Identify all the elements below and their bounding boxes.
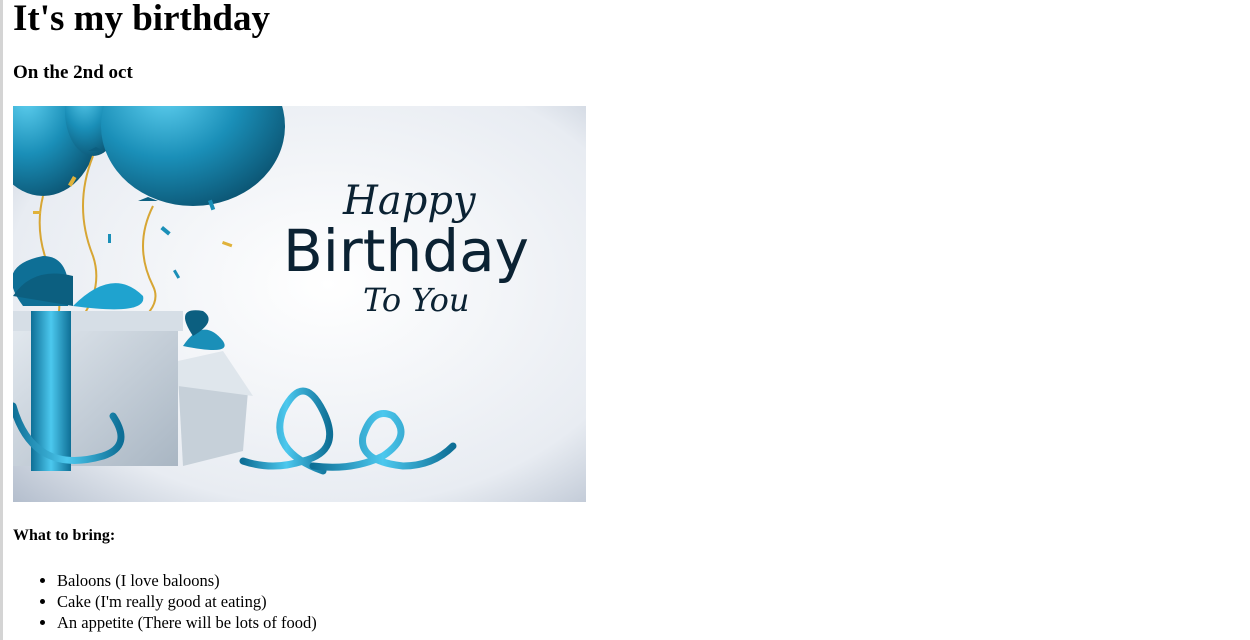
bullet-icon: [40, 620, 45, 625]
list-item-text: Baloons (I love baloons): [57, 571, 220, 590]
list-item: An appetite (There will be lots of food): [13, 612, 317, 633]
bullet-icon: [40, 578, 45, 583]
banner-text-to-you: To You: [363, 281, 470, 319]
banner-text-birthday: Birthday: [283, 217, 529, 285]
list-item: Cake (I'm really good at eating): [13, 591, 317, 612]
birthday-banner-image: Happy Birthday To You: [13, 106, 586, 502]
list-item-text: Cake (I'm really good at eating): [57, 592, 267, 611]
bullet-icon: [40, 599, 45, 604]
bring-section-title: What to bring:: [13, 527, 116, 544]
page-title: It's my birthday: [13, 0, 270, 39]
bring-list: Baloons (I love baloons) Cake (I'm reall…: [13, 570, 317, 633]
page-left-border: [0, 0, 3, 640]
list-item: Baloons (I love baloons): [13, 570, 317, 591]
list-item-text: An appetite (There will be lots of food): [57, 613, 317, 632]
page-subtitle: On the 2nd oct: [13, 62, 133, 83]
